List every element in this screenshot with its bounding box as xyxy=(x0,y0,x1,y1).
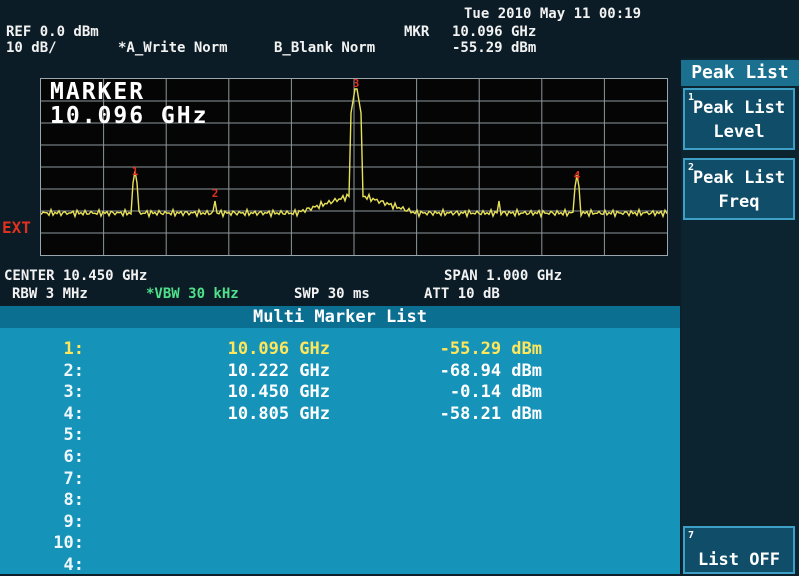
softkey-label: List OFF xyxy=(698,550,780,570)
marker-index: 4: xyxy=(63,555,84,575)
softkey-label: Level xyxy=(713,122,765,142)
softkey-label: Freq xyxy=(718,192,760,212)
marker-readout: MARKER 10.096 GHz xyxy=(50,80,208,128)
marker-list-row[interactable]: 3: 10.450 GHz -0.14 dBm xyxy=(0,381,680,403)
marker-frequency-value: 10.222 GHz xyxy=(227,360,330,381)
marker-readout-title: MARKER xyxy=(50,79,146,105)
marker-index: 4: xyxy=(63,403,84,424)
marker-index: 1: xyxy=(63,339,84,359)
marker-amplitude-value: -68.94 dBm xyxy=(439,360,542,381)
vbw: *VBW 30 kHz xyxy=(146,286,239,302)
marker-list-row[interactable]: 9: xyxy=(0,511,680,533)
marker-frequency-value: 10.805 GHz xyxy=(227,403,330,424)
marker-list-row[interactable]: 8: xyxy=(0,489,680,511)
scale-per-division: 10 dB/ xyxy=(6,40,57,56)
marker-flag-4: 4 xyxy=(574,169,581,182)
trace-b-mode: B_Blank Norm xyxy=(274,40,376,56)
center-frequency: CENTER 10.450 GHz xyxy=(4,268,148,284)
marker-list-row[interactable]: 6: xyxy=(0,446,680,468)
marker-list-row[interactable]: 4: xyxy=(0,554,680,576)
marker-flag-1: 1 xyxy=(132,165,139,178)
marker-index: 6: xyxy=(63,447,84,467)
marker-list-row[interactable]: 5: xyxy=(0,424,680,446)
multi-marker-list-title: Multi Marker List xyxy=(0,306,680,328)
marker-flag-3: 3 xyxy=(353,79,360,90)
marker-frequency-value: 10.096 GHz xyxy=(227,339,330,359)
datetime: Tue 2010 May 11 00:19 xyxy=(464,6,642,22)
marker-index: 8: xyxy=(63,490,84,511)
marker-index: 3: xyxy=(63,382,84,403)
softkey-label: Peak List xyxy=(692,98,786,118)
span: SPAN 1.000 GHz xyxy=(444,268,563,284)
reference-level: REF 0.0 dBm xyxy=(6,24,99,40)
marker-amplitude: -55.29 dBm xyxy=(452,40,537,56)
marker-amplitude-value: -0.14 dBm xyxy=(449,382,542,403)
sweep-time: SWP 30 ms xyxy=(294,286,370,302)
list-off-softkey[interactable]: 7 List OFF xyxy=(683,526,795,574)
softkey-label: Peak List xyxy=(692,168,786,188)
marker-amplitude-value: -58.21 dBm xyxy=(439,403,542,424)
rbw: RBW 3 MHz xyxy=(12,286,88,302)
marker-list-row[interactable]: 10: xyxy=(0,532,680,554)
peak-list-freq-softkey[interactable]: 2 Peak List Freq xyxy=(683,158,795,220)
marker-list-row[interactable]: 2: 10.222 GHz -68.94 dBm xyxy=(0,360,680,382)
softkey-menu-title: Peak List xyxy=(681,60,799,86)
marker-index: 2: xyxy=(63,360,84,381)
softkey-number: 7 xyxy=(688,530,695,541)
marker-list-row[interactable]: 7: xyxy=(0,468,680,490)
marker-list-row[interactable]: 1: 10.096 GHz -55.29 dBm xyxy=(0,338,680,360)
marker-amplitude-value: -55.29 dBm xyxy=(439,339,542,359)
marker-flag-2: 2 xyxy=(212,187,219,200)
marker-readout-value: 10.096 GHz xyxy=(50,103,209,129)
peak-list-level-softkey[interactable]: 1 Peak List Level xyxy=(683,88,795,150)
marker-label: MKR xyxy=(404,24,430,40)
marker-frequency-value: 10.450 GHz xyxy=(227,382,330,403)
trace-a-mode: *A_Write Norm xyxy=(118,40,228,56)
marker-index: 7: xyxy=(63,468,84,489)
ext-indicator: EXT xyxy=(2,218,31,237)
marker-list-row[interactable]: 4: 10.805 GHz -58.21 dBm xyxy=(0,403,680,425)
marker-index: 5: xyxy=(63,425,84,446)
marker-frequency: 10.096 GHz xyxy=(452,24,537,40)
marker-index: 10: xyxy=(53,533,84,554)
marker-index: 9: xyxy=(63,511,84,532)
attenuation: ATT 10 dB xyxy=(424,286,500,302)
